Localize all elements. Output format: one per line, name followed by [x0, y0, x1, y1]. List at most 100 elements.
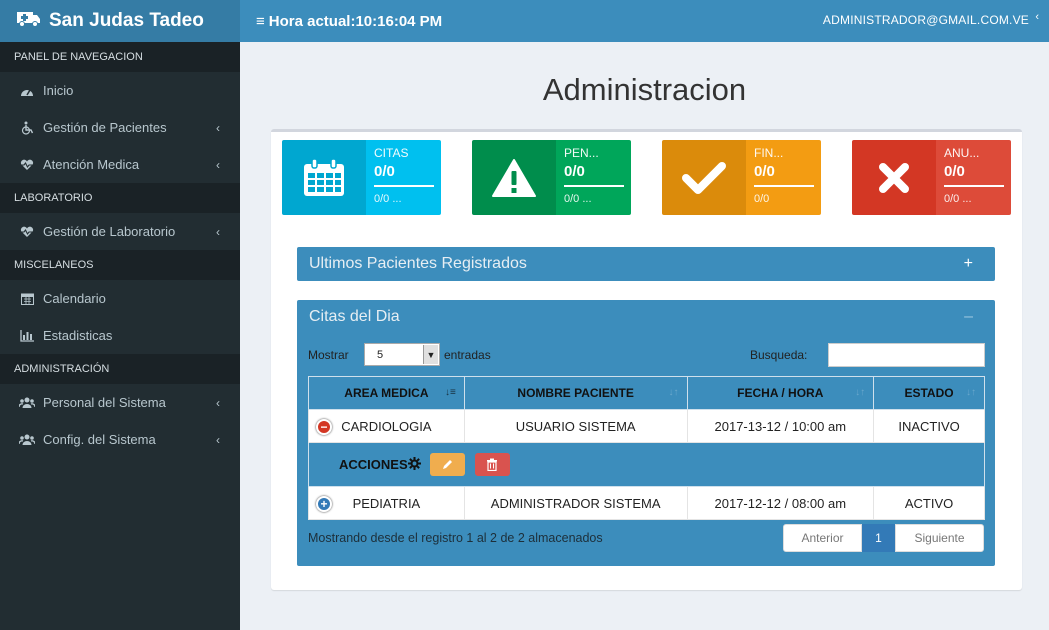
page-button-1[interactable]: 1 — [862, 524, 895, 552]
times-icon — [852, 140, 936, 215]
sidebar-item-label: Gestión de Pacientes — [43, 120, 167, 135]
sidebar-item-config-sistema[interactable]: Config. del Sistema ‹ — [0, 421, 240, 458]
sidebar-item-inicio[interactable]: Inicio — [0, 72, 240, 109]
sidebar: PANEL DE NAVEGACION Inicio Gestión de Pa… — [0, 42, 240, 630]
sidebar-item-label: Calendario — [43, 291, 106, 306]
edit-button[interactable] — [430, 453, 466, 476]
next-page-button[interactable]: Siguiente — [895, 524, 984, 552]
chevron-left-icon: ‹ — [216, 120, 220, 135]
page-size-value: 5 — [377, 349, 384, 361]
cell-nombre: USUARIO SISTEMA — [463, 409, 688, 443]
cell-text: PEDIATRIA — [352, 495, 421, 511]
sidebar-item-estadisticas[interactable]: Estadisticas — [0, 317, 240, 354]
stat-content: ANU... 0/0 0/0 ... — [936, 140, 1011, 215]
stat-value: 0/0 — [374, 163, 395, 180]
stat-desc: 0/0 ... — [374, 193, 402, 205]
search-input[interactable] — [828, 343, 985, 367]
cell-fecha: 2017-13-12 / 10:00 am — [686, 409, 875, 443]
brand-logo[interactable]: San Judas Tadeo — [0, 0, 240, 42]
bars-icon[interactable]: ≡ — [256, 13, 265, 30]
table-row[interactable]: − CARDIOLOGIA USUARIO SISTEMA 2017-13-12… — [308, 409, 985, 443]
table-row[interactable]: + PEDIATRIA ADMINISTRADOR SISTEMA 2017-1… — [308, 486, 985, 520]
entries-label: entradas — [444, 348, 491, 362]
sort-icon: ↓↑ — [966, 387, 976, 398]
top-navbar: ≡ Hora actual: 10:16:04 PM ADMINISTRADOR… — [240, 0, 1049, 42]
search-label: Busqueda: — [750, 348, 808, 362]
show-label: Mostrar — [308, 348, 349, 362]
expand-icon[interactable]: + — [964, 255, 973, 273]
brand-name: San Judas Tadeo — [49, 10, 204, 31]
sidebar-header-miscelaneos: MISCELANEOS — [0, 250, 240, 280]
panel-header[interactable]: Citas del Dia – — [297, 300, 995, 334]
cell-nombre: ADMINISTRADOR SISTEMA — [463, 486, 688, 520]
stat-progress — [374, 185, 434, 187]
row-detail: ACCIONES — [308, 442, 985, 487]
column-label: NOMBRE PACIENTE — [517, 386, 634, 400]
stat-content: CITAS 0/0 0/0 ... — [366, 140, 441, 215]
chevron-down-icon: ▼ — [423, 345, 438, 364]
collapse-row-icon[interactable]: − — [316, 419, 332, 435]
stat-value: 0/0 — [754, 163, 775, 180]
sort-icon: ↓↑ — [668, 387, 679, 398]
sidebar-item-calendario[interactable]: Calendario — [0, 280, 240, 317]
panel-header[interactable]: Ultimos Pacientes Registrados + — [297, 247, 995, 281]
chevron-left-icon: ‹ — [216, 157, 220, 172]
sidebar-header-navegacion: PANEL DE NAVEGACION — [0, 42, 240, 72]
sidebar-item-label: Config. del Sistema — [43, 432, 156, 447]
sidebar-item-gestion-pacientes[interactable]: Gestión de Pacientes ‹ — [0, 109, 240, 146]
calendar-icon — [18, 292, 36, 305]
stat-box-pendientes[interactable]: PEN... 0/0 0/0 ... — [472, 140, 631, 215]
chevron-left-icon: ‹ — [216, 432, 220, 447]
sidebar-item-atencion-medica[interactable]: Atención Medica ‹ — [0, 146, 240, 183]
acciones-label: ACCIONES — [339, 456, 421, 473]
cell-estado: ACTIVO — [873, 486, 985, 520]
column-header-estado[interactable]: ESTADO ↓↑ — [873, 376, 985, 410]
column-header-area[interactable]: AREA MEDICA ↓≡ — [308, 376, 465, 410]
clock-label: Hora actual: — [268, 12, 356, 30]
stat-label: PEN... — [564, 146, 599, 160]
sidebar-item-label: Inicio — [43, 83, 74, 98]
column-label: FECHA / HORA — [737, 386, 824, 400]
user-menu[interactable]: ADMINISTRADOR@GMAIL.COM.VE — [823, 13, 1029, 27]
delete-button[interactable] — [474, 453, 510, 476]
cell-estado: INACTIVO — [873, 409, 985, 443]
stat-box-finalizadas[interactable]: FIN... 0/0 0/0 — [662, 140, 821, 215]
wheelchair-icon — [18, 121, 36, 135]
panel-title: Citas del Dia — [309, 308, 400, 325]
stat-progress — [754, 185, 814, 187]
stat-label: CITAS — [374, 146, 409, 160]
stat-content: PEN... 0/0 0/0 ... — [556, 140, 631, 215]
sidebar-item-gestion-laboratorio[interactable]: Gestión de Laboratorio ‹ — [0, 213, 240, 250]
sidebar-header-laboratorio: LABORATORIO — [0, 183, 240, 213]
cell-area: − CARDIOLOGIA — [308, 409, 465, 443]
sidebar-item-label: Gestión de Laboratorio — [43, 224, 176, 239]
sidebar-item-label: Atención Medica — [43, 157, 140, 172]
stat-desc: 0/0 — [754, 193, 770, 205]
stat-value: 0/0 — [564, 163, 585, 180]
column-label: ESTADO — [904, 386, 954, 400]
page-title: Administracion — [542, 72, 747, 107]
table-info: Mostrando desde el registro 1 al 2 de 2 … — [308, 531, 603, 545]
check-icon — [662, 140, 746, 215]
cell-area: + PEDIATRIA — [308, 486, 465, 520]
chevron-left-icon[interactable]: ‹ — [1035, 11, 1039, 23]
column-header-nombre[interactable]: NOMBRE PACIENTE ↓↑ — [463, 376, 688, 410]
cell-fecha: 2017-12-12 / 08:00 am — [686, 486, 875, 520]
expand-row-icon[interactable]: + — [316, 496, 332, 512]
sort-asc-icon: ↓≡ — [444, 387, 456, 398]
sidebar-item-personal-sistema[interactable]: Personal del Sistema ‹ — [0, 384, 240, 421]
stat-box-citas[interactable]: CITAS 0/0 0/0 ... — [282, 140, 441, 215]
users-icon — [18, 397, 36, 409]
stat-box-anuladas[interactable]: ANU... 0/0 0/0 ... — [852, 140, 1011, 215]
collapse-icon[interactable]: – — [964, 308, 973, 326]
trash-icon — [487, 458, 498, 471]
sidebar-item-label: Estadisticas — [43, 328, 113, 343]
table-controls: Mostrar 5 ▼ entradas Busqueda: — [308, 342, 988, 368]
column-header-fecha[interactable]: FECHA / HORA ↓↑ — [686, 376, 875, 410]
page-size-select[interactable]: 5 ▼ — [364, 343, 440, 366]
chevron-left-icon: ‹ — [216, 395, 220, 410]
cell-text: CARDIOLOGIA — [341, 418, 432, 434]
previous-page-button[interactable]: Anterior — [783, 524, 862, 552]
dashboard-icon — [18, 85, 36, 97]
warning-icon — [472, 140, 556, 215]
